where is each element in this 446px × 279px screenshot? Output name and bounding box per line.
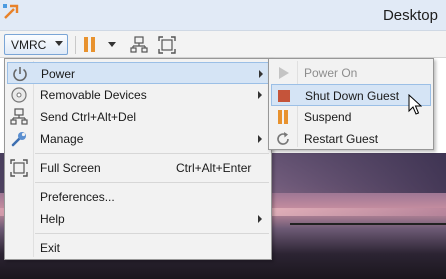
wrench-icon [11, 132, 26, 147]
menu-item-label: Help [40, 212, 65, 226]
menu-item-removable-devices[interactable]: Removable Devices [7, 84, 269, 106]
vmrc-menu-button[interactable]: VMRC [4, 34, 68, 55]
submenu-item-suspend[interactable]: Suspend [271, 106, 431, 128]
submenu-arrow-icon [258, 215, 262, 223]
menu-item-send-ctrl-alt-del[interactable]: Send Ctrl+Alt+Del [7, 106, 269, 128]
pause-icon[interactable] [83, 37, 97, 52]
vmrc-dropdown-menu: Power Removable Devices Send Ctrl+Alt+De… [4, 58, 272, 260]
fullscreen-icon [10, 159, 28, 177]
toolbar: VMRC [0, 31, 446, 58]
menu-separator [35, 182, 269, 183]
submenu-arrow-icon [259, 70, 263, 78]
toolbar-divider [75, 36, 76, 54]
menu-item-label: Full Screen [40, 161, 101, 175]
submenu-item-label: Restart Guest [304, 132, 379, 146]
chevron-down-icon [55, 41, 63, 46]
menu-separator [35, 153, 269, 154]
title-bar: Desktop [0, 0, 446, 31]
menu-item-label: Preferences... [40, 190, 115, 204]
play-icon [279, 67, 289, 79]
menu-item-help[interactable]: Help [7, 208, 269, 230]
submenu-item-label: Shut Down Guest [305, 89, 400, 103]
submenu-item-label: Power On [304, 66, 358, 80]
menu-separator [35, 233, 269, 234]
restart-icon [277, 132, 289, 145]
menu-item-label: Exit [40, 241, 61, 255]
submenu-item-power-on[interactable]: Power On [271, 62, 431, 84]
submenu-arrow-icon [258, 91, 262, 99]
fullscreen-icon[interactable] [158, 36, 176, 54]
window-title: Desktop [382, 7, 438, 24]
disc-icon [11, 87, 27, 103]
stop-icon [278, 90, 290, 102]
app-logo-icon [3, 4, 19, 19]
menu-item-manage[interactable]: Manage [7, 128, 269, 150]
submenu-item-label: Suspend [304, 110, 352, 124]
menu-item-exit[interactable]: Exit [7, 237, 269, 259]
power-icon [13, 67, 27, 82]
menu-item-label: Removable Devices [40, 88, 147, 102]
vmrc-label: VMRC [11, 38, 47, 52]
menu-item-preferences[interactable]: Preferences... [7, 186, 269, 208]
network-icon[interactable] [130, 36, 148, 54]
pause-icon [278, 110, 288, 124]
menu-item-label: Manage [40, 132, 84, 146]
network-icon [10, 108, 28, 125]
menu-item-label: Power [41, 67, 76, 81]
submenu-item-restart-guest[interactable]: Restart Guest [271, 128, 431, 150]
menu-item-label: Send Ctrl+Alt+Del [40, 110, 137, 124]
menu-item-full-screen[interactable]: Full Screen Ctrl+Alt+Enter [7, 157, 269, 179]
menu-item-shortcut: Ctrl+Alt+Enter [176, 161, 252, 175]
dropdown-arrow-icon[interactable] [108, 42, 116, 48]
submenu-arrow-icon [258, 135, 262, 143]
menu-item-power[interactable]: Power [7, 62, 269, 84]
submenu-item-shut-down-guest[interactable]: Shut Down Guest [271, 84, 431, 106]
wallpaper-pier [290, 223, 446, 225]
mouse-cursor-icon [408, 94, 422, 115]
